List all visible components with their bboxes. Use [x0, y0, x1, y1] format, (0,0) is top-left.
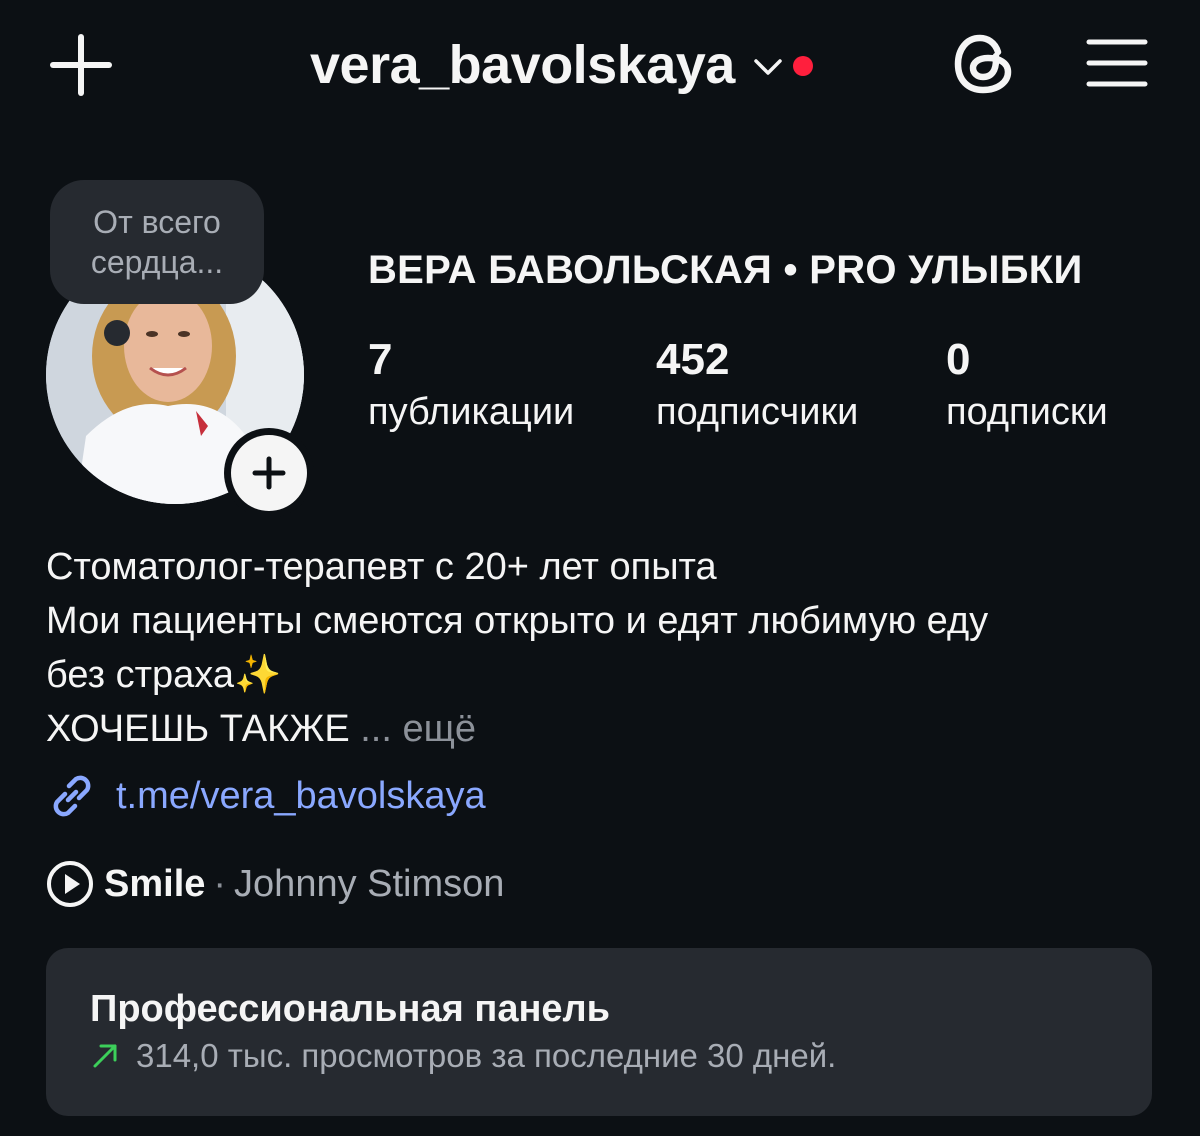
- profile-music[interactable]: Smile · Johnny Stimson: [46, 860, 504, 908]
- menu-icon: [1086, 39, 1148, 87]
- profile-bio: Стоматолог-терапевт с 20+ лет опыта Мои …: [46, 540, 988, 756]
- music-separator: ·: [213, 862, 227, 905]
- account-switcher[interactable]: vera_bavolskaya: [310, 30, 813, 100]
- music-artist: Johnny Stimson: [234, 862, 505, 905]
- plus-icon: [50, 34, 112, 96]
- stat-posts[interactable]: 7 публикации: [368, 334, 574, 438]
- stat-value: 0: [946, 335, 971, 384]
- stat-label: подписчики: [656, 391, 859, 433]
- bio-line: Стоматолог-терапевт с 20+ лет опыта: [46, 546, 717, 588]
- professional-dashboard[interactable]: Профессиональная панель 314,0 тыс. просм…: [46, 948, 1152, 1116]
- note-text-line2: сердца...: [90, 244, 224, 280]
- stat-value: 452: [656, 335, 730, 384]
- create-button[interactable]: [50, 34, 112, 96]
- trend-up-icon: [93, 1044, 117, 1068]
- stat-label: подписки: [946, 391, 1108, 433]
- dashboard-subtitle: 314,0 тыс. просмотров за последние 30 дн…: [136, 1037, 837, 1074]
- menu-button[interactable]: [1086, 38, 1148, 88]
- stat-label: публикации: [368, 391, 575, 433]
- bio-line: Мои пациенты смеются открыто и едят люби…: [46, 600, 989, 642]
- chevron-down-icon: [754, 59, 782, 75]
- profile-full-name: ВЕРА БАВОЛЬСКАЯ • PRO УЛЫБКИ: [368, 248, 1083, 292]
- threads-button[interactable]: [952, 30, 1016, 98]
- threads-icon: [954, 34, 1012, 94]
- music-title: Smile: [104, 862, 206, 905]
- username: vera_bavolskaya: [310, 35, 735, 95]
- dashboard-title: Профессиональная панель: [90, 988, 611, 1030]
- profile-link[interactable]: t.me/vera_bavolskaya: [46, 770, 486, 822]
- bio-more-button[interactable]: ... ещё: [360, 708, 476, 750]
- stat-value: 7: [368, 335, 393, 384]
- plus-icon: [252, 456, 286, 490]
- link-icon: [53, 775, 91, 817]
- add-story-button[interactable]: [224, 428, 314, 518]
- bio-line: без страха✨: [46, 654, 282, 696]
- note-bubble[interactable]: От всего сердца...: [50, 180, 264, 304]
- link-text: t.me/vera_bavolskaya: [116, 774, 486, 817]
- bio-line: ХОЧЕШЬ ТАКЖЕ: [46, 708, 350, 750]
- stat-followers[interactable]: 452 подписчики: [656, 334, 858, 438]
- notification-dot: [792, 56, 813, 76]
- stat-following[interactable]: 0 подписки: [946, 334, 1108, 438]
- note-text-line1: От всего: [93, 204, 221, 240]
- play-circle-icon: [47, 861, 93, 907]
